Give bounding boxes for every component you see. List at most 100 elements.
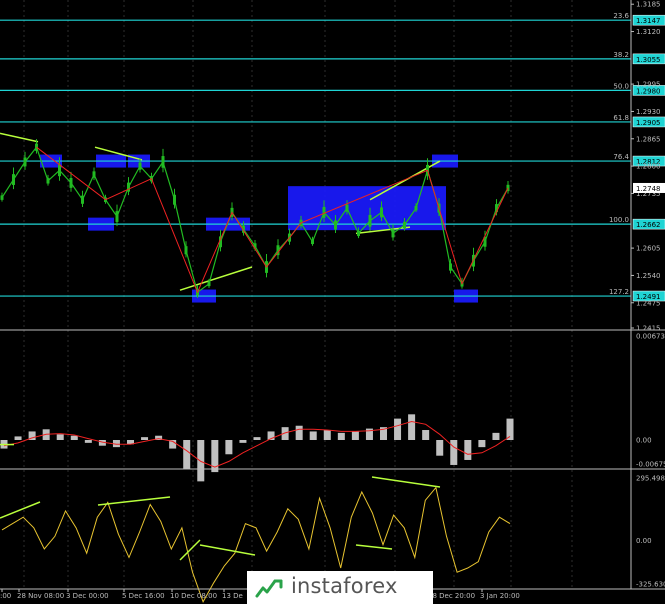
price-candle (334, 220, 337, 230)
price-candle (184, 246, 188, 255)
instaforex-logo-text: instaforex (291, 574, 398, 598)
fib-price-label: 1.2980 (636, 87, 661, 95)
macd-axis-label: -0.00675 (636, 461, 665, 469)
price-tick-label: 1.3185 (636, 1, 661, 9)
trend-line (0, 132, 39, 143)
price-candle (207, 281, 211, 287)
price-candle (311, 239, 314, 245)
macd-histogram-bar (436, 440, 444, 456)
cci-trend-line (179, 539, 201, 561)
fib-level-percent: 76.4 (613, 153, 629, 161)
macd-histogram-bar (464, 440, 472, 460)
time-axis-label: 10 Dec 08:00 (170, 592, 217, 600)
fib-level-percent: 38.2 (613, 51, 629, 59)
macd-signal-line (3, 420, 511, 468)
price-candle (81, 195, 84, 204)
macd-histogram-bar (450, 440, 458, 465)
price-candle (391, 229, 395, 238)
macd-histogram-bar (141, 437, 149, 440)
time-axis-label: 5 Dec 16:00 (122, 592, 165, 600)
time-axis-label: 28 Nov 08:00 (17, 592, 64, 600)
cci-axis-label: 0.00 (636, 537, 652, 545)
trading-chart: 23.6 1.3147 38.2 1.3055 50.0 1.2980 61.8 1.2905… (0, 0, 665, 604)
price-candle (35, 143, 38, 151)
price-candle (173, 194, 176, 205)
fib-level-percent: 127.2 (609, 288, 629, 296)
price-candle (380, 207, 383, 218)
macd-histogram-bar (478, 440, 486, 448)
price-candle (69, 177, 73, 188)
cci-trend-line (371, 476, 441, 488)
price-candle (368, 214, 372, 227)
fib-level-percent: 50.0 (613, 82, 629, 90)
price-tick-label: 1.2540 (636, 272, 661, 280)
price-candle (161, 156, 165, 168)
macd-histogram-bar (56, 434, 64, 440)
price-tick-label: 1.2475 (636, 299, 661, 307)
price-tick-label: 1.3120 (636, 28, 661, 36)
macd-axis-label: 0.00673 (636, 333, 665, 341)
price-candle (357, 230, 360, 237)
cci-trend-line (97, 496, 171, 506)
macd-histogram-bar (351, 431, 359, 440)
macd-histogram-bar (422, 430, 430, 440)
instaforex-logo: instaforex (247, 571, 433, 604)
cci-trend-line (0, 501, 41, 519)
macd-panel (0, 414, 514, 482)
fib-price-label: 1.3055 (636, 56, 661, 64)
fib-level-percent: 23.6 (613, 12, 629, 20)
price-tick-label: 1.2930 (636, 108, 661, 116)
time-axis-label: 3 Dec 00:00 (66, 592, 109, 600)
time-axis-label: 28 Dec 20:00 (428, 592, 475, 600)
price-candle (12, 174, 15, 185)
fib-level-percent: 100.0 (609, 216, 629, 224)
macd-histogram-bar (309, 431, 317, 440)
price-candle (115, 211, 119, 222)
price-tick-label: 1.2800 (636, 163, 661, 171)
price-tick-label: 1.2605 (636, 245, 661, 253)
macd-histogram-bar (14, 436, 22, 440)
macd-axis-label: 0.00 (636, 437, 652, 445)
macd-histogram-bar (337, 432, 345, 440)
price-candle (0, 195, 4, 200)
instaforex-logo-icon (255, 579, 283, 598)
price-candle (58, 164, 61, 177)
fib-level-percent: 61.8 (613, 114, 629, 122)
price-candle (414, 205, 418, 211)
trend-line (179, 266, 253, 291)
grid-lines (23, 0, 573, 589)
macd-histogram-bar (323, 430, 331, 440)
macd-histogram-bar (183, 440, 191, 469)
price-candle (449, 263, 452, 271)
fib-price-label: 1.2905 (636, 119, 661, 127)
price-candle (23, 157, 27, 167)
price-tick-label: 1.2995 (636, 81, 661, 89)
macd-histogram-bar (253, 437, 261, 440)
cci-trend-line (199, 544, 256, 556)
price-candle (345, 204, 349, 212)
cci-axis-label: 295.4989 (636, 475, 665, 483)
macd-histogram-bar (394, 418, 402, 440)
macd-histogram-bar (70, 435, 78, 440)
macd-histogram-bar (492, 432, 500, 440)
price-candle (127, 182, 130, 192)
cci-axis-label: -325.6302 (636, 581, 665, 589)
macd-histogram-bar (225, 440, 233, 455)
time-axis-label: :00 (0, 592, 11, 600)
fib-price-label: 1.3147 (636, 17, 661, 25)
time-axis-label: 3 Jan 20:00 (480, 592, 520, 600)
macd-histogram-bar (408, 414, 416, 440)
time-axis-label: 13 De (222, 592, 243, 600)
price-candle (138, 162, 142, 170)
price-candle (46, 178, 50, 184)
cci-trend-line (355, 544, 393, 550)
price-candle (92, 171, 96, 178)
current-price-label: 1.2748 (636, 185, 661, 193)
macd-histogram-bar (295, 425, 303, 440)
price-tick-label: 1.2865 (636, 135, 661, 143)
macd-histogram-bar (197, 440, 205, 482)
macd-histogram-bar (239, 440, 247, 443)
price-tick-label: 1.2415 (636, 325, 661, 333)
price-candle (403, 221, 406, 229)
fib-price-label: 1.2662 (636, 221, 661, 229)
